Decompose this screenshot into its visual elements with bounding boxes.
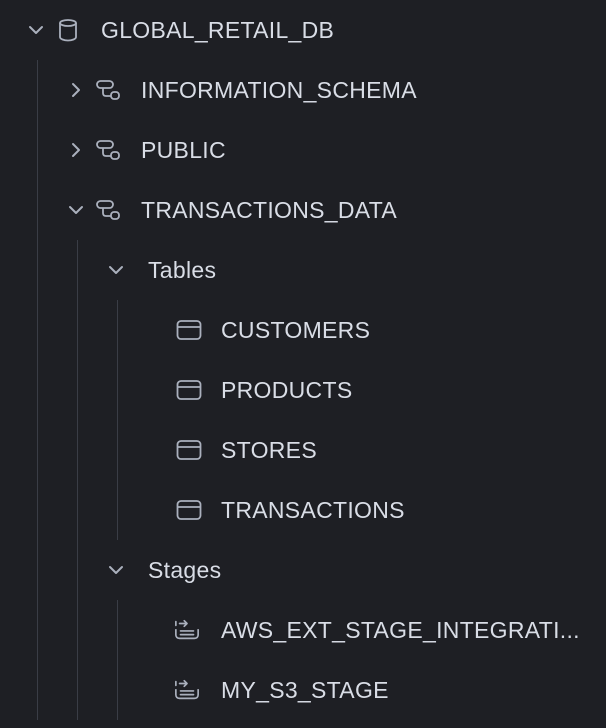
group-label: Stages — [148, 556, 222, 583]
stage-icon — [174, 617, 200, 643]
chevron-right-icon[interactable] — [66, 140, 86, 160]
table-icon — [176, 497, 202, 523]
tree-item-table[interactable]: TRANSACTIONS — [0, 480, 606, 540]
table-label: CUSTOMERS — [221, 316, 371, 343]
tree-item-schema-transactions-data[interactable]: TRANSACTIONS_DATA — [0, 180, 606, 240]
tree-item-stage[interactable]: AWS_EXT_STAGE_INTEGRATI... — [0, 600, 606, 660]
table-label: PRODUCTS — [221, 376, 353, 403]
tree-item-database[interactable]: GLOBAL_RETAIL_DB — [0, 0, 606, 60]
table-label: TRANSACTIONS — [221, 496, 405, 523]
stage-label: MY_S3_STAGE — [221, 676, 389, 703]
chevron-right-icon[interactable] — [66, 80, 86, 100]
stage-icon — [174, 677, 200, 703]
schema-icon — [95, 197, 121, 223]
schema-icon — [95, 77, 121, 103]
schema-icon — [95, 137, 121, 163]
tree-item-table[interactable]: PRODUCTS — [0, 360, 606, 420]
tree-item-schema-information-schema[interactable]: INFORMATION_SCHEMA — [0, 60, 606, 120]
table-icon — [176, 377, 202, 403]
database-label: GLOBAL_RETAIL_DB — [101, 16, 335, 43]
chevron-down-icon[interactable] — [66, 200, 86, 220]
tree-item-table[interactable]: CUSTOMERS — [0, 300, 606, 360]
object-explorer-tree: GLOBAL_RETAIL_DB INFORMATION_SCHEMA PUBL… — [0, 0, 606, 728]
tree-item-stage[interactable]: MY_S3_STAGE — [0, 660, 606, 720]
group-label: Tables — [148, 256, 217, 283]
tree-item-table[interactable]: STORES — [0, 420, 606, 480]
database-icon — [55, 17, 81, 43]
tree-group-stages[interactable]: Stages — [0, 540, 606, 600]
table-icon — [176, 437, 202, 463]
chevron-down-icon[interactable] — [106, 560, 126, 580]
chevron-down-icon[interactable] — [106, 260, 126, 280]
chevron-down-icon[interactable] — [26, 20, 46, 40]
table-icon — [176, 317, 202, 343]
schema-label: TRANSACTIONS_DATA — [141, 196, 397, 223]
stage-label: AWS_EXT_STAGE_INTEGRATI... — [221, 616, 580, 643]
table-label: STORES — [221, 436, 317, 463]
tree-item-schema-public[interactable]: PUBLIC — [0, 120, 606, 180]
tree-group-tables[interactable]: Tables — [0, 240, 606, 300]
schema-label: INFORMATION_SCHEMA — [141, 76, 417, 103]
schema-label: PUBLIC — [141, 136, 226, 163]
